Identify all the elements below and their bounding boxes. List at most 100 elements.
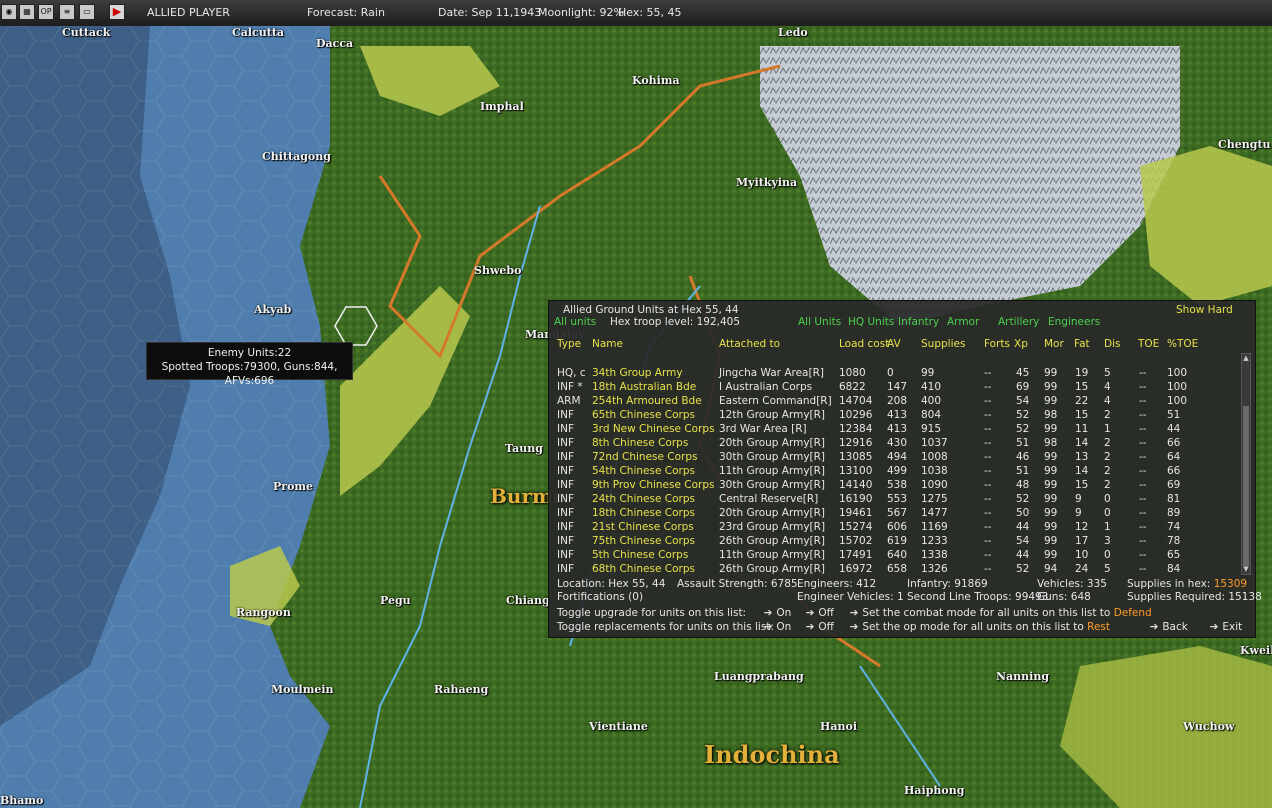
col-mor[interactable]: Mor xyxy=(1044,338,1064,350)
upgrade-on-button[interactable]: ➔ On xyxy=(763,607,792,619)
unit-name[interactable]: 18th Australian Bde xyxy=(592,381,696,393)
radio-icon: ➔ xyxy=(849,621,859,633)
unit-av: 499 xyxy=(887,465,908,477)
filter-armor[interactable]: Armor xyxy=(947,316,979,328)
scroll-down-icon[interactable]: ▼ xyxy=(1242,565,1250,574)
unit-row[interactable]: INF 75th Chinese Corps 26th Group Army[R] 1… xyxy=(549,535,1239,549)
globe-icon[interactable]: ◉ xyxy=(1,4,17,20)
col-fat[interactable]: Fat xyxy=(1074,338,1090,350)
unit-name[interactable]: 65th Chinese Corps xyxy=(592,409,695,421)
unit-row[interactable]: INF 9th Prov Chinese Corps 30th Group Army… xyxy=(549,479,1239,493)
units-scrollbar[interactable]: ▲ ▼ xyxy=(1241,353,1251,575)
unit-fat: 9 xyxy=(1075,507,1082,519)
filter-engineers[interactable]: Engineers xyxy=(1048,316,1100,328)
unit-name[interactable]: 24th Chinese Corps xyxy=(592,493,695,505)
city-label: Imphal xyxy=(480,100,524,113)
unit-row[interactable]: INF 8th Chinese Corps 20th Group Army[R] 12… xyxy=(549,437,1239,451)
unit-row[interactable]: INF * 18th Australian Bde I Australian Cor… xyxy=(549,381,1239,395)
unit-name[interactable]: 9th Prov Chinese Corps xyxy=(592,479,715,491)
unit-row[interactable]: INF 68th Chinese Corps 26th Group Army[R] 1… xyxy=(549,563,1239,577)
supplies-in-hex-value: 15309 xyxy=(1213,578,1248,590)
show-hard-button[interactable]: Show Hard xyxy=(1176,304,1233,316)
unit-name[interactable]: 75th Chinese Corps xyxy=(592,535,695,547)
unit-name[interactable]: 34th Group Army xyxy=(592,367,683,379)
all-units-link[interactable]: All units xyxy=(554,316,596,328)
unit-sup: 1008 xyxy=(921,451,948,463)
op-mode-button[interactable]: ➔ Set the op mode for all units on this … xyxy=(849,621,1110,633)
op-icon[interactable]: OP xyxy=(38,4,54,20)
unit-row[interactable]: ARM 254th Armoured Bde Eastern Command[R] 1… xyxy=(549,395,1239,409)
upgrade-off-button[interactable]: ➔ Off xyxy=(805,607,834,619)
unit-row[interactable]: INF 18th Chinese Corps 20th Group Army[R] 1… xyxy=(549,507,1239,521)
unit-xp: 54 xyxy=(1016,395,1030,407)
unit-mor: 99 xyxy=(1044,549,1058,561)
unit-toe: -- xyxy=(1139,451,1147,463)
col-av[interactable]: AV xyxy=(887,338,901,350)
unit-fat: 9 xyxy=(1075,493,1082,505)
unit-mor: 99 xyxy=(1044,381,1058,393)
unit-row[interactable]: INF 5th Chinese Corps 11th Group Army[R] 17… xyxy=(549,549,1239,563)
unit-name[interactable]: 3rd New Chinese Corps xyxy=(592,423,715,435)
col-toe[interactable]: TOE xyxy=(1138,338,1159,350)
unit-row[interactable]: INF 24th Chinese Corps Central Reserve[R] 1… xyxy=(549,493,1239,507)
filter-all-units[interactable]: All Units xyxy=(798,316,841,328)
unit-fat: 15 xyxy=(1075,409,1089,421)
unit-toe: -- xyxy=(1139,409,1147,421)
col-dis[interactable]: Dis xyxy=(1104,338,1120,350)
unit-name[interactable]: 72nd Chinese Corps xyxy=(592,451,698,463)
filter-hq-units[interactable]: HQ Units xyxy=(848,316,894,328)
unit-name[interactable]: 21st Chinese Corps xyxy=(592,521,694,533)
unit-row[interactable]: INF 72nd Chinese Corps 30th Group Army[R] 1… xyxy=(549,451,1239,465)
unit-name[interactable]: 8th Chinese Corps xyxy=(592,437,688,449)
col-name[interactable]: Name xyxy=(592,338,623,350)
unit-type: INF xyxy=(557,423,574,435)
unit-fat: 11 xyxy=(1075,423,1089,435)
city-label: Kohima xyxy=(632,74,680,87)
col-forts[interactable]: Forts xyxy=(984,338,1010,350)
unit-name[interactable]: 54th Chinese Corps xyxy=(592,465,695,477)
col-type[interactable]: Type xyxy=(557,338,581,350)
unit-load: 13085 xyxy=(839,451,873,463)
exit-button[interactable]: ➔ Exit xyxy=(1209,621,1243,633)
city-label: Haiphong xyxy=(904,784,965,797)
col-xp[interactable]: Xp xyxy=(1014,338,1028,350)
scroll-up-icon[interactable]: ▲ xyxy=(1242,354,1250,363)
unit-row[interactable]: HQ, c 34th Group Army Jingcha War Area[R] 1… xyxy=(549,367,1239,381)
filter-infantry[interactable]: Infantry xyxy=(898,316,939,328)
summary-supplies-required: Supplies Required: 15138 xyxy=(1127,591,1262,603)
tooltip-spotted-troops: Spotted Troops:79300, Guns:844, AFVs:696 xyxy=(161,361,338,387)
unit-name[interactable]: 254th Armoured Bde xyxy=(592,395,702,407)
unit-dis: 2 xyxy=(1104,479,1111,491)
col-attached-to[interactable]: Attached to xyxy=(719,338,780,350)
city-label: Vientiane xyxy=(589,720,648,733)
unit-type: INF xyxy=(557,535,574,547)
unit-name[interactable]: 5th Chinese Corps xyxy=(592,549,688,561)
unit-name[interactable]: 68th Chinese Corps xyxy=(592,563,695,575)
window-icon[interactable]: ▭ xyxy=(79,4,95,20)
combat-mode-button[interactable]: ➔ Set the combat mode for all units on t… xyxy=(849,607,1152,619)
scroll-thumb[interactable] xyxy=(1243,406,1249,566)
summary-fortifications: Fortifications (0) xyxy=(557,591,644,603)
unit-row[interactable]: INF 21st Chinese Corps 23rd Group Army[R] 1… xyxy=(549,521,1239,535)
replacements-off-button[interactable]: ➔ Off xyxy=(805,621,834,633)
unit-type: INF xyxy=(557,437,574,449)
unit-row[interactable]: INF 54th Chinese Corps 11th Group Army[R] 1… xyxy=(549,465,1239,479)
col-pct-toe[interactable]: %TOE xyxy=(1167,338,1198,350)
unit-xp: 44 xyxy=(1016,549,1030,561)
unit-sup: 1038 xyxy=(921,465,948,477)
unit-name[interactable]: 18th Chinese Corps xyxy=(592,507,695,519)
back-button[interactable]: ➔ Back xyxy=(1149,621,1188,633)
unit-forts: -- xyxy=(984,479,992,491)
col-load-cost[interactable]: Load cost xyxy=(839,338,889,350)
city-label: Prome xyxy=(273,480,314,493)
unit-xp: 50 xyxy=(1016,507,1030,519)
play-icon[interactable]: ▶ xyxy=(109,4,125,20)
city-label: Nanning xyxy=(996,670,1050,683)
filter-artillery[interactable]: Artillery xyxy=(998,316,1039,328)
map-icon[interactable]: ▦ xyxy=(19,4,35,20)
unit-row[interactable]: INF 65th Chinese Corps 12th Group Army[R] 1… xyxy=(549,409,1239,423)
replacements-on-button[interactable]: ➔ On xyxy=(763,621,792,633)
list-icon[interactable]: ≡ xyxy=(59,4,75,20)
col-supplies[interactable]: Supplies xyxy=(921,338,965,350)
unit-row[interactable]: INF 3rd New Chinese Corps 3rd War Area [R]… xyxy=(549,423,1239,437)
